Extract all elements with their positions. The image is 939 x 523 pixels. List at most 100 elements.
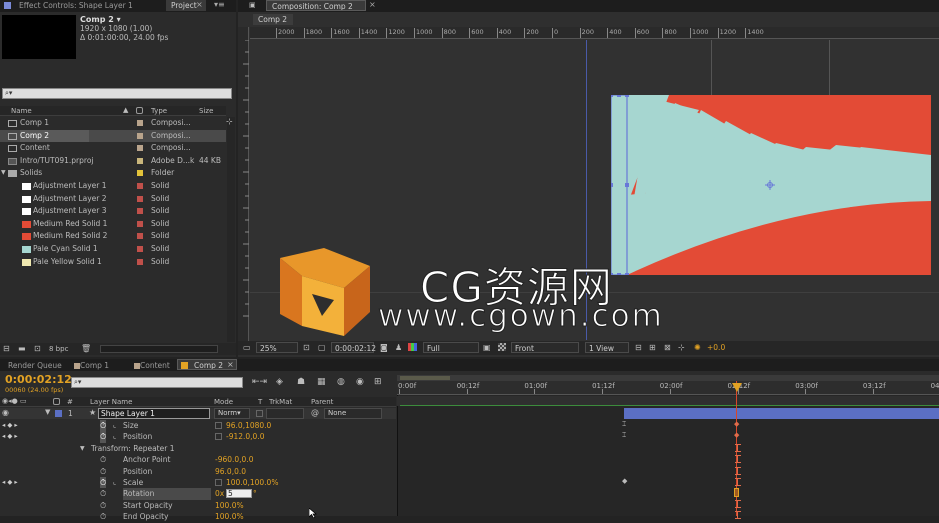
snapshot-icon[interactable]: ◙ [380, 343, 388, 352]
close-icon[interactable]: × [196, 0, 203, 9]
project-search-input[interactable]: ⌕▾ [2, 88, 232, 99]
new-comp-icon[interactable]: ⊡ [34, 344, 41, 353]
constrain-proportions-icon[interactable] [215, 433, 222, 441]
stopwatch-icon[interactable]: ⏱ [100, 454, 106, 465]
close-icon[interactable]: × [369, 0, 376, 9]
roi-icon[interactable]: ▣ [483, 343, 491, 352]
graph-icon[interactable]: ⌞ [113, 477, 116, 488]
pickwhip-icon[interactable]: @ [311, 408, 319, 417]
property-row[interactable]: ⏱ Anchor Point -960.0,0.0 [0, 454, 396, 465]
label-swatch[interactable] [137, 170, 143, 177]
layer-label-swatch[interactable] [55, 410, 62, 417]
close-icon[interactable]: × [227, 360, 234, 369]
current-time-indicator-head[interactable] [732, 383, 742, 392]
tab-effect-controls[interactable]: Effect Controls: Shape Layer 1 [14, 0, 164, 11]
tab-composition[interactable]: Composition: Comp 2 [266, 0, 366, 11]
project-hscroll[interactable] [100, 345, 218, 353]
guide-line[interactable] [711, 40, 712, 100]
transparency-grid-icon[interactable] [498, 343, 506, 351]
layer-duration-bar[interactable] [624, 408, 939, 419]
keyframe[interactable]: ◆ [622, 477, 627, 485]
project-item[interactable]: Comp 1 Composi... [0, 117, 226, 130]
property-value[interactable]: 100.0% [215, 511, 244, 522]
project-item[interactable]: Content Composi... [0, 142, 226, 155]
keyframe-navigator-icon[interactable]: ◂ ◆ ▸ [2, 477, 18, 488]
timeline-search-input[interactable]: ⌕▾ [71, 377, 243, 388]
stopwatch-icon[interactable]: ⏱ [100, 488, 106, 499]
constrain-proportions-icon[interactable] [215, 422, 222, 429]
current-time-field[interactable]: 0:00:02:12 [331, 342, 376, 353]
label-swatch[interactable] [137, 183, 143, 189]
expand-triangle-icon[interactable]: ▼ [80, 443, 85, 454]
label-swatch[interactable] [137, 157, 143, 164]
trash-icon[interactable]: 🗑 [81, 344, 91, 353]
column-layer-name[interactable]: Layer Name [90, 398, 132, 406]
keyframe-marker[interactable] [735, 455, 742, 463]
flowchart-icon[interactable]: ⊹ [226, 117, 233, 126]
shy-layers-icon[interactable]: ☗ [297, 377, 305, 387]
label-swatch[interactable] [137, 220, 143, 227]
timeline-timecode[interactable]: 0:00:02:12 [5, 373, 72, 386]
trkmat-dropdown[interactable] [266, 408, 304, 419]
brainstorm-icon[interactable]: ⊞ [374, 377, 382, 387]
keyframe[interactable]: ◆ [734, 431, 739, 439]
column-parent[interactable]: Parent [311, 398, 333, 406]
tab-comp2-viewer[interactable]: Comp 2 [253, 14, 293, 25]
label-swatch[interactable] [137, 246, 143, 252]
property-row[interactable]: ◂ ◆ ▸ ⏱ ⌞ Scale 100.0,100.0% [0, 477, 396, 489]
show-snapshot-icon[interactable]: ♟ [395, 343, 402, 352]
expand-triangle-icon[interactable]: ▼ [1, 167, 6, 180]
panel-menu-icon[interactable]: ▾≡ [214, 0, 225, 9]
keyframe[interactable]: ⌶ [622, 431, 626, 440]
property-row[interactable]: ⏱ End Opacity 100.0% [0, 511, 396, 522]
project-item[interactable]: Comp 2 Composi... [0, 129, 226, 143]
new-folder-icon[interactable]: ▬ [18, 344, 26, 353]
horizontal-ruler[interactable]: 2000 1800 1600 1400 1200 1000 800 600 400 200 0 200… [250, 27, 939, 39]
label-swatch[interactable] [137, 120, 143, 126]
property-value[interactable]: 96.0,0.0 [215, 466, 246, 477]
label-swatch[interactable] [137, 145, 143, 152]
column-t[interactable]: T [258, 398, 262, 406]
project-item[interactable]: Medium Red Solid 2 Solid [0, 230, 226, 243]
safe-zones-icon[interactable]: ▢ [318, 343, 326, 352]
project-item[interactable]: Adjustment Layer 2 Solid [0, 193, 226, 206]
lock-icon[interactable]: ▣ [249, 1, 256, 9]
property-value[interactable]: 0x [215, 488, 224, 499]
zoom-dropdown[interactable]: 25% [256, 342, 298, 353]
pixel-aspect-icon[interactable]: ⊟ [635, 343, 642, 352]
stopwatch-icon[interactable]: ⏱ [100, 466, 106, 477]
property-row[interactable]: ⏱ Start Opacity 100.0% [0, 500, 396, 511]
property-row[interactable]: ▼ Transform: Repeater 1 [0, 443, 396, 454]
composition-frame[interactable] [611, 95, 931, 275]
keyframe-navigator-icon[interactable]: ◂ ◆ ▸ [2, 420, 18, 431]
label-swatch[interactable] [137, 208, 143, 215]
views-layout-dropdown[interactable]: 1 View [585, 342, 629, 353]
project-item[interactable]: Adjustment Layer 3 Solid [0, 205, 226, 218]
motion-blur-icon[interactable]: ◍ [337, 377, 345, 387]
exposure-value[interactable]: +0.0 [707, 343, 725, 352]
keyframe-marker[interactable] [735, 500, 742, 508]
stopwatch-icon[interactable]: ⏱ [100, 477, 107, 489]
tab-render-queue[interactable]: Render Queue [3, 360, 67, 371]
column-type[interactable]: Type [151, 107, 167, 115]
column-trkmat[interactable]: TrkMat [269, 398, 292, 406]
work-area-range[interactable] [400, 376, 450, 380]
rotation-input[interactable]: 5 [226, 489, 252, 499]
expand-triangle-icon[interactable]: ▼ [45, 408, 50, 416]
keyframe-marker[interactable] [735, 444, 742, 452]
layer-name[interactable]: Shape Layer 1 [98, 408, 210, 419]
graph-icon[interactable]: ⌞ [113, 431, 116, 442]
blend-mode-dropdown[interactable]: Norm▾ [214, 408, 250, 419]
comp-mini-flowchart-icon[interactable]: ⇤⇥ [252, 377, 267, 387]
property-value[interactable]: -960.0,0.0 [215, 454, 254, 465]
label-swatch[interactable] [137, 233, 143, 240]
flowchart-icon[interactable]: ⊹ [678, 343, 685, 352]
property-row[interactable]: ◂ ◆ ▸ ⏱ ⌞ Position -912.0,0.0 [0, 431, 396, 443]
interpret-footage-icon[interactable]: ⊟ [3, 344, 10, 353]
property-value[interactable]: 96.0,1080.0 [226, 420, 271, 431]
always-preview-icon[interactable]: ▭ [243, 343, 251, 352]
eye-icon[interactable]: ◉ [2, 408, 9, 417]
column-name[interactable]: Name [11, 107, 32, 115]
project-item[interactable]: Pale Yellow Solid 1 Solid [0, 256, 226, 269]
exposure-icon[interactable]: ✺ [694, 343, 701, 352]
